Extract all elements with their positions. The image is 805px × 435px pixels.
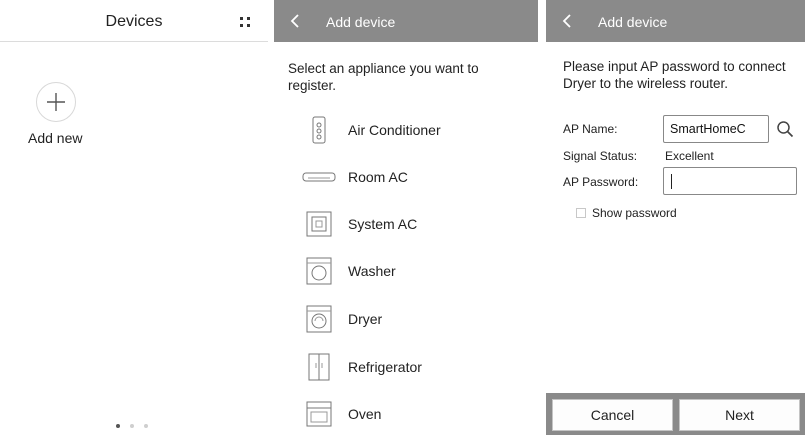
signal-status-value: Excellent bbox=[665, 149, 714, 163]
appliance-washer[interactable]: Washer bbox=[274, 251, 538, 291]
ap-password-screen: Add device Please input AP password to c… bbox=[546, 0, 805, 435]
appliance-label: Air Conditioner bbox=[348, 122, 441, 138]
room-ac-icon bbox=[302, 163, 336, 191]
page-title: Devices bbox=[105, 13, 163, 30]
appliance-label: Washer bbox=[348, 263, 396, 279]
back-arrow-icon bbox=[562, 14, 571, 28]
page-dot bbox=[144, 424, 148, 428]
back-arrow-icon bbox=[290, 14, 299, 28]
add-device-screen: Add device Select an appliance you want … bbox=[274, 0, 538, 435]
header-title: Add device bbox=[598, 14, 668, 30]
appliance-label: Oven bbox=[348, 406, 382, 422]
cancel-button[interactable]: Cancel bbox=[552, 399, 673, 431]
ap-name-field[interactable]: SmartHomeC bbox=[663, 115, 769, 143]
appliance-refrigerator[interactable]: Refrigerator bbox=[274, 347, 538, 387]
dryer-icon bbox=[302, 305, 336, 333]
signal-status-label: Signal Status: bbox=[563, 149, 638, 163]
air-conditioner-icon bbox=[302, 116, 336, 144]
header-bar: Add device bbox=[546, 0, 805, 42]
add-new-label[interactable]: Add new bbox=[28, 130, 82, 146]
header-title: Add device bbox=[326, 14, 396, 30]
back-button[interactable] bbox=[288, 12, 304, 30]
instruction-text: Please input AP password to connect Drye… bbox=[563, 59, 786, 91]
devices-screen: Devices Add new bbox=[0, 0, 268, 435]
appliance-room-ac[interactable]: Room AC bbox=[274, 157, 538, 197]
appliance-system-ac[interactable]: System AC bbox=[274, 204, 538, 244]
show-password-label: Show password bbox=[592, 206, 677, 220]
footer-bar: Cancel Next bbox=[546, 393, 805, 435]
header-bar: Add device bbox=[274, 0, 538, 42]
washer-icon bbox=[302, 257, 336, 285]
page-dot bbox=[130, 424, 134, 428]
ap-password-label: AP Password: bbox=[563, 175, 639, 189]
appliance-oven[interactable]: Oven bbox=[274, 394, 538, 434]
appliance-label: System AC bbox=[348, 216, 418, 232]
page-indicator bbox=[116, 424, 148, 428]
appliance-air-conditioner[interactable]: Air Conditioner bbox=[274, 110, 538, 150]
show-password-checkbox[interactable] bbox=[576, 208, 586, 218]
back-button[interactable] bbox=[560, 12, 576, 30]
instruction-text: Select an appliance you want to register… bbox=[288, 61, 479, 93]
plus-icon bbox=[47, 93, 65, 111]
next-button[interactable]: Next bbox=[679, 399, 800, 431]
text-cursor bbox=[671, 174, 672, 189]
oven-icon bbox=[302, 400, 336, 428]
devices-header: Devices bbox=[0, 0, 268, 42]
search-icon bbox=[777, 121, 794, 138]
appliance-label: Dryer bbox=[348, 311, 383, 327]
divider bbox=[538, 0, 546, 435]
search-button[interactable] bbox=[773, 117, 797, 141]
refrigerator-icon bbox=[302, 353, 336, 381]
appliance-label: Room AC bbox=[348, 169, 408, 185]
appliance-label: Refrigerator bbox=[348, 359, 422, 375]
ap-name-label: AP Name: bbox=[563, 122, 618, 136]
menu-button[interactable] bbox=[231, 8, 259, 36]
appliance-dryer[interactable]: Dryer bbox=[274, 299, 538, 339]
system-ac-icon bbox=[302, 210, 336, 238]
grid-menu-icon bbox=[240, 17, 250, 27]
add-new-button[interactable] bbox=[36, 82, 76, 122]
ap-password-field[interactable] bbox=[663, 167, 797, 195]
page-dot bbox=[116, 424, 120, 428]
show-password-toggle[interactable]: Show password bbox=[576, 204, 677, 222]
